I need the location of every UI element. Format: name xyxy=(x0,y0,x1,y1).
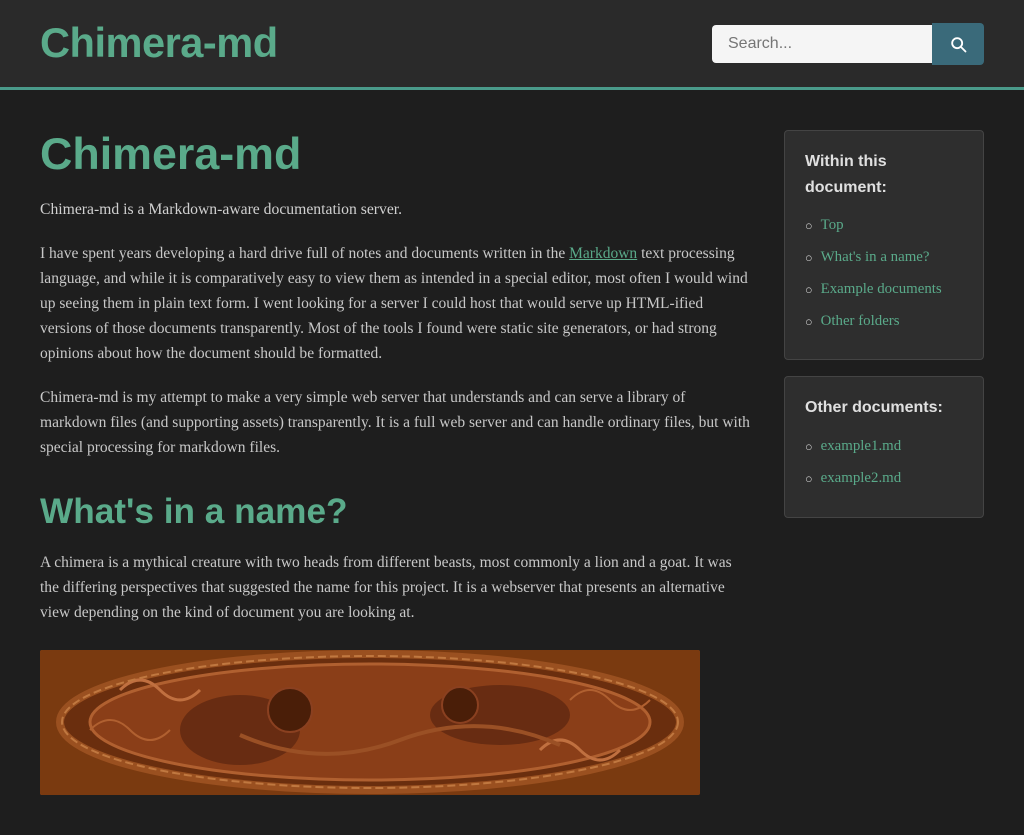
within-list: ○ Top ○ What's in a name? ○ Example documents… xyxy=(805,214,963,333)
within-document-title: Within this document: xyxy=(805,149,963,200)
site-header: Chimera-md xyxy=(0,0,1024,90)
other-list-link[interactable]: example1.md xyxy=(821,435,902,459)
other-list-item: ○ example2.md xyxy=(805,467,963,491)
list-bullet: ○ xyxy=(805,280,813,300)
other-list-item: ○ example1.md xyxy=(805,435,963,459)
list-bullet: ○ xyxy=(805,437,813,457)
within-list-link[interactable]: What's in a name? xyxy=(821,246,930,270)
body-text-2: Chimera-md is my attempt to make a very … xyxy=(40,386,754,460)
other-list: ○ example1.md ○ example2.md xyxy=(805,435,963,491)
within-list-link[interactable]: Example documents xyxy=(821,278,942,302)
body1-after-link: text processing language, and while it i… xyxy=(40,245,748,361)
within-list-item: ○ Top xyxy=(805,214,963,238)
section-text: A chimera is a mythical creature with tw… xyxy=(40,551,754,625)
within-list-item: ○ What's in a name? xyxy=(805,246,963,270)
site-title: Chimera-md xyxy=(40,10,278,77)
other-documents-box: Other documents: ○ example1.md ○ example2.m… xyxy=(784,376,984,517)
list-bullet: ○ xyxy=(805,248,813,268)
page-main-title: Chimera-md xyxy=(40,130,754,179)
within-document-box: Within this document: ○ Top ○ What's in a n… xyxy=(784,130,984,360)
list-bullet: ○ xyxy=(805,216,813,236)
list-bullet: ○ xyxy=(805,312,813,332)
sidebar: Within this document: ○ Top ○ What's in a n… xyxy=(784,130,984,795)
list-bullet: ○ xyxy=(805,469,813,489)
search-button[interactable] xyxy=(932,23,984,65)
markdown-link[interactable]: Markdown xyxy=(569,245,637,262)
search-icon xyxy=(948,34,968,54)
main-content: Chimera-md Chimera-md is a Markdown-awar… xyxy=(40,130,754,795)
chimera-img-inner xyxy=(40,650,700,795)
intro-text: Chimera-md is a Markdown-aware documenta… xyxy=(40,197,754,222)
other-documents-title: Other documents: xyxy=(805,395,963,421)
search-form xyxy=(712,23,984,65)
within-list-item: ○ Other folders xyxy=(805,310,963,334)
within-list-item: ○ Example documents xyxy=(805,278,963,302)
content-wrapper: Chimera-md Chimera-md is a Markdown-awar… xyxy=(0,90,1024,835)
other-list-link[interactable]: example2.md xyxy=(821,467,902,491)
chimera-image xyxy=(40,650,700,795)
within-list-link[interactable]: Top xyxy=(821,214,844,238)
chimera-svg xyxy=(40,650,700,795)
search-input[interactable] xyxy=(712,25,932,63)
body-text-1: I have spent years developing a hard dri… xyxy=(40,242,754,366)
body1-before-link: I have spent years developing a hard dri… xyxy=(40,245,569,262)
within-list-link[interactable]: Other folders xyxy=(821,310,900,334)
section-heading: What's in a name? xyxy=(40,491,754,533)
